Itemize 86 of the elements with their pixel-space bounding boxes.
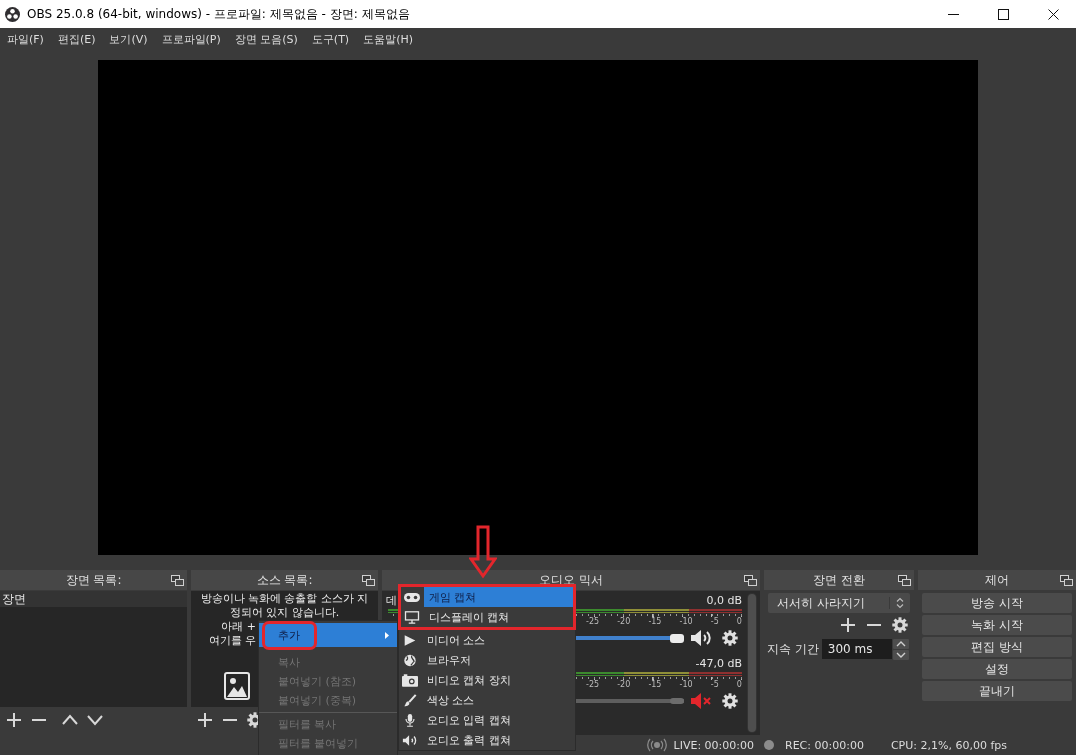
- menu-item[interactable]: 장면 모음(S): [227, 31, 305, 47]
- slider-thumb[interactable]: [670, 633, 684, 643]
- scale-label: -10: [679, 617, 693, 627]
- scene-item[interactable]: 장면: [0, 591, 187, 607]
- menu-item[interactable]: 파일(F): [0, 31, 51, 47]
- camera-icon: [402, 673, 418, 687]
- monitor-icon: [404, 610, 420, 624]
- menu-item[interactable]: 도구(T): [304, 31, 357, 47]
- record-dot-icon: [764, 740, 774, 750]
- stepper-down-icon[interactable]: [892, 649, 909, 660]
- dock-title: 제어: [985, 571, 1009, 589]
- scale-label: -15: [648, 680, 662, 690]
- scale-label: -10: [679, 680, 693, 690]
- control-button[interactable]: 끝내기: [922, 681, 1072, 701]
- dock-title: 장면 전환: [813, 571, 865, 589]
- scale-label: -25: [586, 680, 600, 690]
- scale-label: -25: [586, 617, 600, 627]
- maximize-icon: [997, 8, 1009, 20]
- volume-reading: 0,0 dB: [706, 594, 742, 607]
- menu-item[interactable]: 도움말(H): [356, 31, 421, 47]
- menu-item[interactable]: 프로파일(P): [154, 31, 228, 47]
- control-button[interactable]: 편집 방식: [922, 637, 1072, 657]
- scale-label: -15: [648, 617, 662, 627]
- menu-item[interactable]: 게임 캡쳐: [401, 587, 573, 607]
- up-down-arrows-icon: [889, 597, 904, 609]
- empty-list-hint: 방송이나 녹화에 송출할 소스가 지 정되어 있지 않습니다.: [199, 591, 370, 620]
- plus-icon[interactable]: [6, 711, 22, 728]
- undock-icon[interactable]: [744, 574, 757, 586]
- volume-reading: -47,0 dB: [695, 657, 742, 670]
- dock-title: 장면 목록:: [65, 571, 122, 589]
- duration-label: 지속 기간: [767, 640, 819, 658]
- globe-icon: [402, 653, 418, 667]
- menu-item[interactable]: 비디오 캡쳐 장치: [399, 670, 575, 690]
- slider-thumb[interactable]: [670, 698, 684, 704]
- speaker-icon[interactable]: [690, 629, 712, 647]
- menu-item[interactable]: 색상 소스: [399, 690, 575, 710]
- control-button[interactable]: 설정: [922, 659, 1072, 679]
- scale-label: -5: [710, 680, 719, 690]
- live-time: LIVE: 00:00:00: [673, 738, 754, 752]
- menu-item[interactable]: 편집(E): [50, 31, 103, 47]
- menu-item[interactable]: 미디어 소스: [399, 630, 575, 650]
- duration-field[interactable]: 300 ms: [821, 639, 892, 659]
- undock-icon[interactable]: [362, 574, 375, 586]
- play-icon: [402, 633, 418, 647]
- gear-icon[interactable]: [722, 630, 738, 646]
- hint-text-fragment: 아래 +: [220, 620, 256, 634]
- plus-icon[interactable]: [197, 711, 213, 728]
- brush-icon: [402, 693, 418, 707]
- control-button[interactable]: 녹화 시작: [922, 615, 1072, 635]
- dock-title: 소스 목록:: [256, 571, 313, 589]
- minimize-icon: [947, 13, 959, 15]
- menu-item[interactable]: 오디오 출력 캡쳐: [399, 730, 575, 750]
- undock-icon[interactable]: [171, 574, 184, 586]
- undock-icon[interactable]: [898, 574, 911, 586]
- scale-label: 0: [736, 680, 742, 690]
- scale-label: -20: [617, 617, 631, 627]
- menu-item[interactable]: 디스플레이 캡쳐: [401, 607, 573, 627]
- menu-item[interactable]: 오디오 입력 캡쳐: [399, 710, 575, 730]
- dock-title: 오디오 믹서: [539, 571, 603, 589]
- gear-icon[interactable]: [892, 617, 908, 633]
- scale-label: -5: [710, 617, 719, 627]
- scale-label: -20: [617, 680, 631, 690]
- app-logo-icon: [5, 6, 20, 22]
- menu-item[interactable]: 보기(V): [102, 31, 155, 47]
- hint-text-fragment: 여기를 우: [207, 634, 256, 648]
- gear-icon[interactable]: [722, 693, 738, 709]
- rec-time: REC: 00:00:00: [785, 738, 864, 752]
- plus-icon[interactable]: [840, 617, 856, 633]
- speaker-icon: [402, 733, 418, 747]
- stepper-up-icon[interactable]: [892, 638, 909, 649]
- menu-item[interactable]: 브라우저: [399, 650, 575, 670]
- transition-dropdown[interactable]: 서서히 사라지기: [768, 593, 910, 613]
- scrollbar[interactable]: [747, 593, 757, 733]
- menu-item[interactable]: 추가: [259, 623, 397, 647]
- close-icon: [1047, 8, 1059, 20]
- muted-speaker-icon[interactable]: [690, 692, 712, 710]
- gamepad-icon: [404, 590, 420, 604]
- channel-name: 데: [386, 593, 397, 608]
- scale-label: 0: [736, 617, 742, 627]
- cpu-usage: CPU: 2,1%, 60,00 fps: [890, 738, 1007, 752]
- microphone-icon: [402, 713, 418, 727]
- undock-icon[interactable]: [1060, 574, 1073, 586]
- broadcast-icon: [646, 738, 667, 752]
- window-title: OBS 25.0.8 (64-bit, windows) - 프로파일: 제목없음 - 장면: 제목없음: [27, 5, 410, 23]
- control-button[interactable]: 방송 시작: [922, 593, 1072, 613]
- image-icon: [224, 672, 250, 700]
